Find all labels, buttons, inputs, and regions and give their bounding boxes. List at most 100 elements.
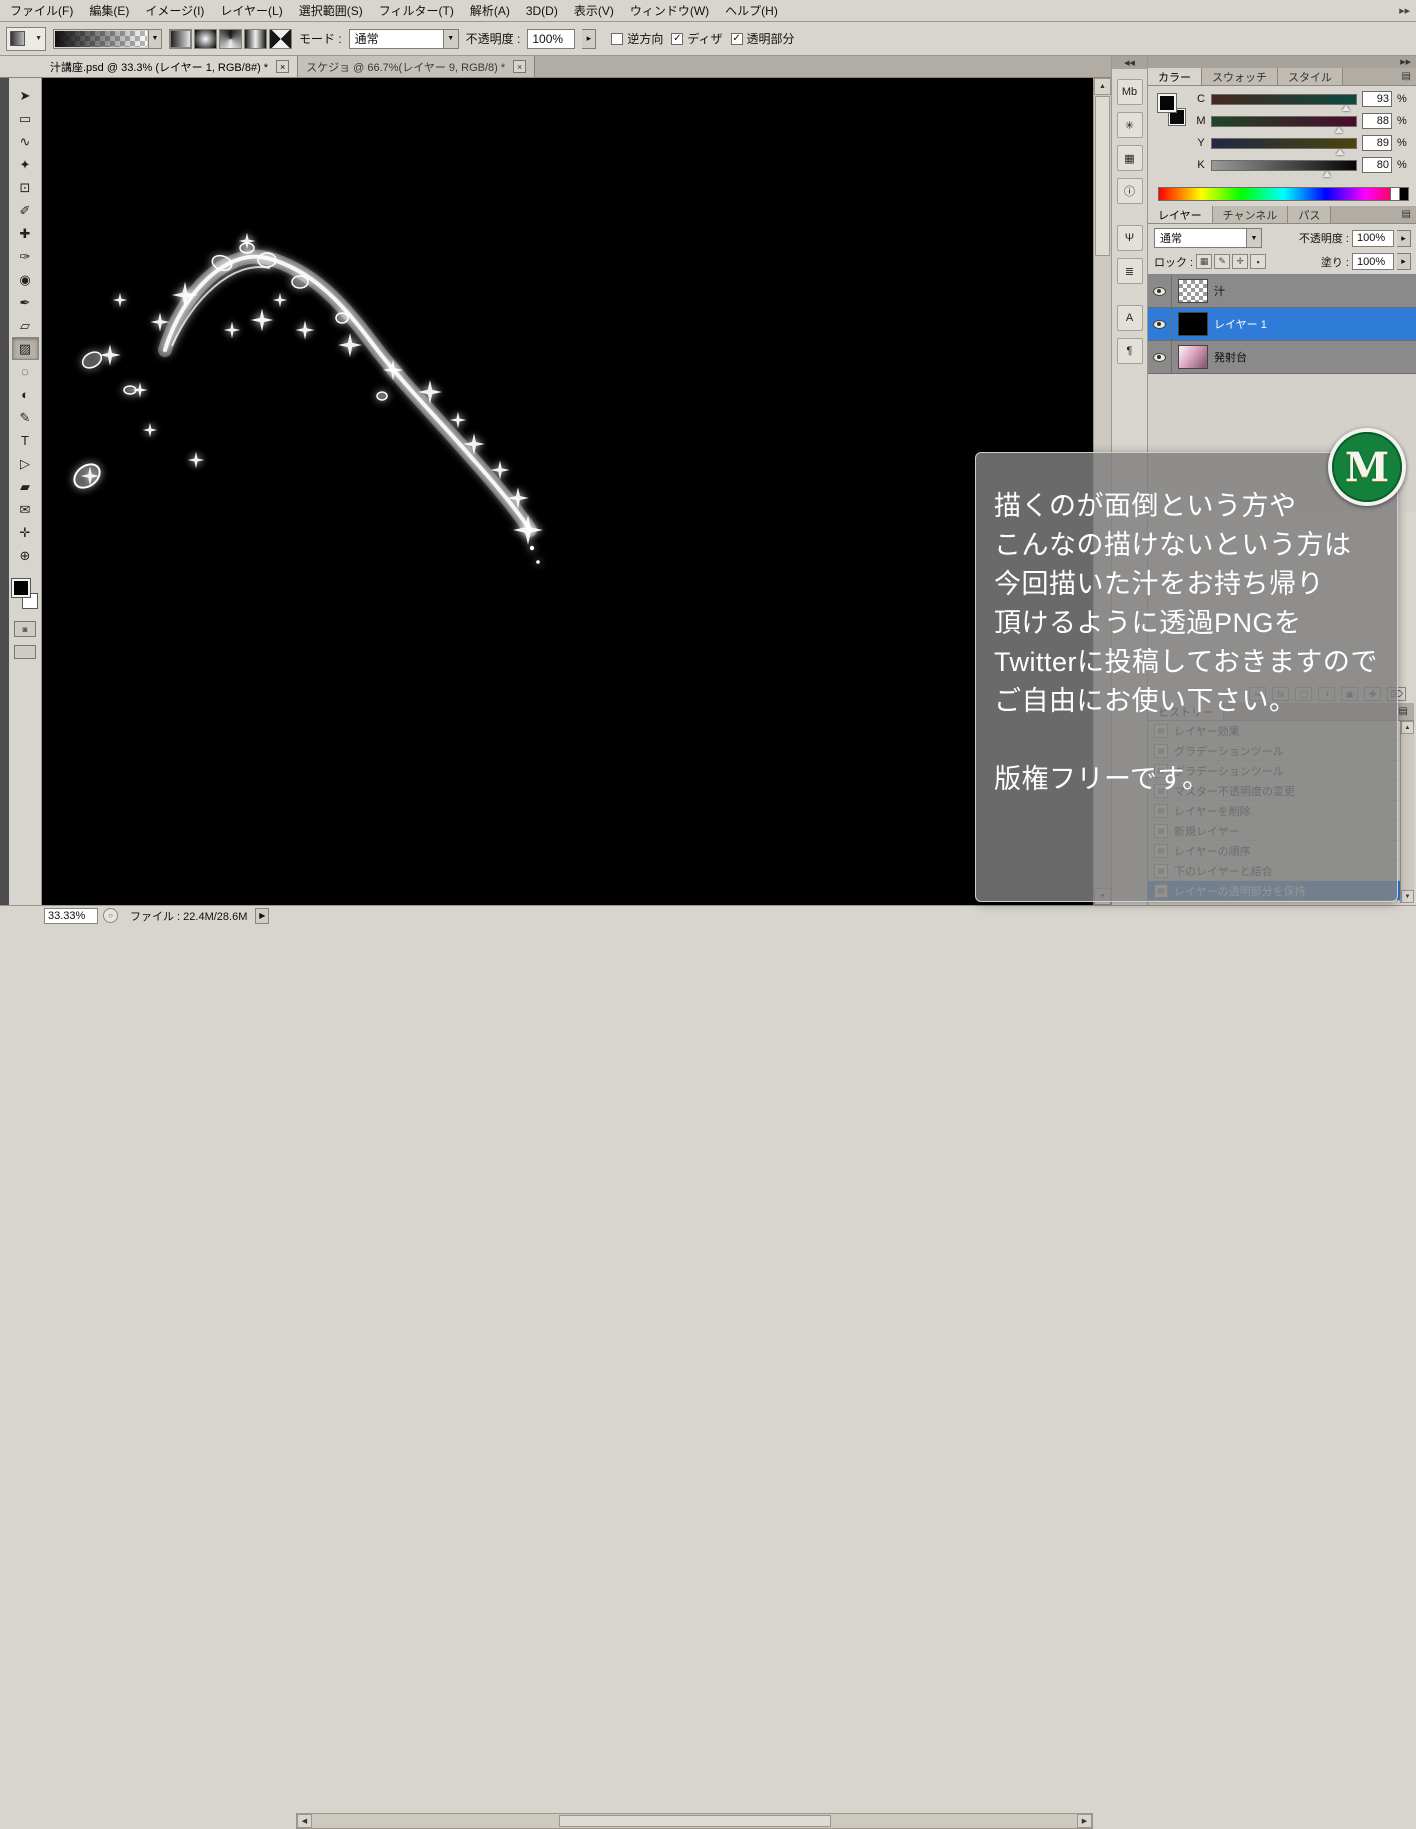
menu-item[interactable]: 選択範囲(S): [291, 0, 371, 21]
layer-opacity-input[interactable]: 100%: [1352, 230, 1394, 247]
menu-item[interactable]: 表示(V): [566, 0, 622, 21]
lock-image-pixels[interactable]: ✎: [1214, 254, 1230, 269]
layer-thumbnail[interactable]: [1178, 279, 1208, 303]
layer-row[interactable]: レイヤー 1: [1148, 308, 1416, 341]
layer-fill-spinner[interactable]: ▸: [1397, 253, 1411, 270]
quick-mask-button[interactable]: ◙: [14, 621, 36, 637]
menu-overflow-icon[interactable]: ▶▶: [1393, 0, 1416, 21]
menu-item[interactable]: ファイル(F): [2, 0, 81, 21]
tool-healing-brush[interactable]: ✚: [12, 222, 39, 245]
menu-item[interactable]: ウィンドウ(W): [622, 0, 717, 21]
channel-value-input[interactable]: 93: [1362, 91, 1392, 107]
tool-eyedropper[interactable]: ✐: [12, 199, 39, 222]
panel-tab[interactable]: パス: [1288, 206, 1331, 223]
visibility-toggle[interactable]: [1148, 308, 1172, 340]
panel-collapse-icon[interactable]: ▶▶: [1148, 56, 1416, 68]
tool-rectangular-marquee[interactable]: ▭: [12, 107, 39, 130]
menu-item[interactable]: 編集(E): [81, 0, 137, 21]
slider-thumb-icon[interactable]: [1335, 127, 1343, 133]
scroll-up-icon[interactable]: ▲: [1401, 721, 1414, 734]
dock-info[interactable]: ⓘ: [1117, 178, 1143, 204]
slider-thumb-icon[interactable]: [1336, 149, 1344, 155]
channel-slider[interactable]: [1211, 160, 1357, 171]
foreground-swatch[interactable]: [1158, 94, 1176, 112]
tool-hand[interactable]: ✛: [12, 521, 39, 544]
layer-opacity-spinner[interactable]: ▸: [1397, 230, 1411, 247]
dock-measurement[interactable]: Ψ: [1117, 225, 1143, 251]
panel-tab[interactable]: チャンネル: [1213, 206, 1289, 223]
foreground-color-swatch[interactable]: [12, 579, 30, 597]
tool-move[interactable]: ➤: [12, 84, 39, 107]
color-swatches[interactable]: [12, 579, 38, 609]
scroll-up-icon[interactable]: ▲: [1094, 78, 1111, 95]
menu-item[interactable]: 解析(A): [462, 0, 518, 21]
document-tab[interactable]: スケジョ @ 66.7%(レイヤー 9, RGB/8) * ×: [298, 56, 535, 77]
reflected-gradient-type[interactable]: [244, 29, 267, 49]
tool-lasso[interactable]: ∿: [12, 130, 39, 153]
lock-all[interactable]: ▪: [1250, 254, 1266, 269]
tool-history-brush[interactable]: ✒: [12, 291, 39, 314]
panel-tab[interactable]: レイヤー: [1148, 206, 1213, 223]
tool-zoom[interactable]: ⊕: [12, 544, 39, 567]
tool-path-selection[interactable]: ▷: [12, 452, 39, 475]
angle-gradient-type[interactable]: [219, 29, 242, 49]
screen-mode-button[interactable]: [14, 645, 36, 659]
tool-pen[interactable]: ✎: [12, 406, 39, 429]
gradient-picker-arrow[interactable]: ▼: [149, 29, 162, 49]
gradient-preview[interactable]: [53, 29, 149, 49]
tool-gradient[interactable]: ▨: [12, 337, 39, 360]
dock-expand-icon[interactable]: ◀◀: [1112, 56, 1147, 69]
panel-tab[interactable]: カラー: [1148, 68, 1202, 85]
opacity-spinner[interactable]: ▸: [582, 29, 596, 49]
menu-item[interactable]: 3D(D): [518, 0, 566, 21]
scroll-right-icon[interactable]: ▶: [1077, 1814, 1092, 1828]
dock-character[interactable]: A: [1117, 305, 1143, 331]
layer-fill-input[interactable]: 100%: [1352, 253, 1394, 270]
tool-crop[interactable]: ⊡: [12, 176, 39, 199]
horizontal-scrollbar[interactable]: ◀ ▶: [296, 1813, 1093, 1829]
tool-dodge[interactable]: ◐: [12, 383, 39, 406]
radial-gradient-type[interactable]: [194, 29, 217, 49]
channel-value-input[interactable]: 80: [1362, 157, 1392, 173]
panel-menu-icon[interactable]: ▤: [1396, 206, 1416, 223]
zoom-level-input[interactable]: 33.33%: [44, 908, 98, 924]
panel-tab[interactable]: スウォッチ: [1202, 68, 1278, 85]
tool-clone-stamp[interactable]: ◉: [12, 268, 39, 291]
tool-notes[interactable]: ✉: [12, 498, 39, 521]
layer-thumbnail[interactable]: [1178, 312, 1208, 336]
panel-menu-icon[interactable]: ▤: [1396, 68, 1416, 85]
vertical-scroll-thumb[interactable]: [1095, 96, 1110, 256]
menu-item[interactable]: レイヤー(L): [212, 0, 290, 21]
menu-item[interactable]: イメージ(I): [137, 0, 212, 21]
tool-brush[interactable]: ✑: [12, 245, 39, 268]
status-options-icon[interactable]: ▶: [255, 908, 269, 924]
tool-shape[interactable]: ▰: [12, 475, 39, 498]
channel-slider[interactable]: [1211, 116, 1357, 127]
color-spectrum-ramp[interactable]: [1158, 187, 1409, 201]
dock-paragraph[interactable]: ¶: [1117, 338, 1143, 364]
layer-row[interactable]: 汁: [1148, 275, 1416, 308]
scroll-down-icon[interactable]: ▼: [1401, 890, 1414, 903]
tool-preset-picker[interactable]: ▼: [6, 27, 46, 51]
tool-magic-wand[interactable]: ✦: [12, 153, 39, 176]
close-icon[interactable]: ×: [276, 60, 289, 73]
visibility-toggle[interactable]: [1148, 275, 1172, 307]
layer-thumbnail[interactable]: [1178, 345, 1208, 369]
dock-mini-bridge[interactable]: Mb: [1117, 79, 1143, 105]
scroll-left-icon[interactable]: ◀: [297, 1814, 312, 1828]
opacity-input[interactable]: 100%: [527, 29, 575, 49]
linear-gradient-type[interactable]: [169, 29, 192, 49]
option-checkbox[interactable]: 逆方向: [611, 30, 663, 47]
menu-item[interactable]: ヘルプ(H): [717, 0, 786, 21]
channel-slider[interactable]: [1211, 138, 1357, 149]
channel-slider[interactable]: [1211, 94, 1357, 105]
channel-value-input[interactable]: 88: [1362, 113, 1392, 129]
dock-navigator[interactable]: ✳: [1117, 112, 1143, 138]
lock-position[interactable]: ✛: [1232, 254, 1248, 269]
lock-transparent-pixels[interactable]: ▦: [1196, 254, 1212, 269]
layer-blend-mode-select[interactable]: 通常 ▼: [1154, 228, 1262, 248]
blend-mode-select[interactable]: 通常 ▼: [349, 29, 459, 49]
tool-type[interactable]: T: [12, 429, 39, 452]
dock-histogram[interactable]: ▦: [1117, 145, 1143, 171]
document-tab[interactable]: 汁講座.psd @ 33.3% (レイヤー 1, RGB/8#) * ×: [42, 56, 298, 77]
